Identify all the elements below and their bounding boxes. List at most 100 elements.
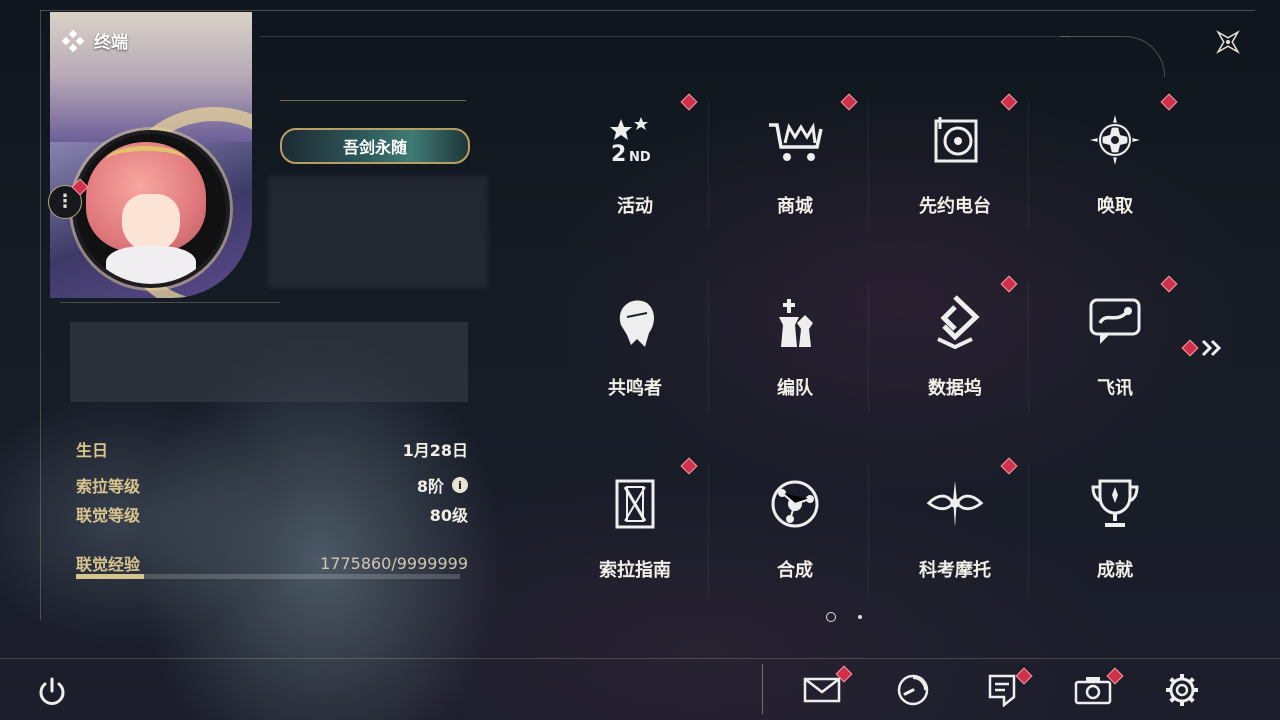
stat-value: 1775860/9999999 (320, 553, 468, 573)
trophy-icon (1085, 474, 1145, 534)
menu-item[interactable]: 合成 (715, 452, 875, 632)
menu-item[interactable]: 编队 (715, 270, 875, 450)
page-dot-active[interactable] (826, 612, 836, 622)
page-indicator (826, 612, 862, 622)
time-button[interactable] (891, 668, 935, 712)
grid-separator (868, 282, 869, 412)
stat-label: 联觉经验 (76, 555, 141, 574)
stat-value: 80级 (429, 506, 468, 525)
clock-icon (897, 674, 929, 706)
grid-separator (708, 464, 709, 594)
menu-item-label: 先约电台 (919, 196, 991, 217)
menu-item-label: 编队 (777, 378, 813, 399)
menu-item-label: 共鸣者 (608, 378, 662, 399)
menu-item-label: 飞讯 (1097, 378, 1133, 399)
menu-item-label: 索拉指南 (599, 560, 671, 581)
menu-item-label: 成就 (1097, 560, 1133, 581)
stat-label: 生日 (76, 441, 109, 460)
menu-item[interactable]: 商城 (715, 88, 875, 268)
grid-separator (1028, 282, 1029, 412)
divider (280, 100, 466, 101)
terminal-title: 终端 (62, 28, 128, 53)
notification-badge (1160, 275, 1178, 293)
message-bubble-icon (1085, 292, 1145, 352)
stat-value: 1月28日 (402, 441, 468, 460)
title-badge[interactable]: 吾剑永随 (280, 128, 470, 164)
guide-book-icon (605, 474, 665, 534)
divider (762, 664, 763, 714)
menu-item[interactable]: 飞讯 (1035, 270, 1195, 450)
settings-button[interactable] (1160, 668, 1204, 712)
resonator-head-icon (605, 292, 665, 352)
close-button[interactable] (1206, 20, 1250, 64)
shop-cart-icon (765, 110, 825, 170)
notification-badge (680, 457, 698, 475)
radio-record-icon (925, 110, 985, 170)
menu-item-label: 科考摩托 (919, 560, 991, 581)
player-name-area (268, 176, 488, 288)
camera-icon (1074, 677, 1112, 705)
frame-line (40, 10, 1255, 11)
stat-label: 联觉等级 (76, 506, 141, 525)
menu-item[interactable]: 共鸣者 (555, 270, 715, 450)
team-chess-icon (765, 292, 825, 352)
terminal-diamond-icon (62, 29, 84, 52)
terminal-label: 终端 (94, 33, 128, 53)
menu-item[interactable]: 成就 (1035, 452, 1195, 632)
menu-item[interactable]: 索拉指南 (555, 452, 715, 632)
svg-text:ND: ND (629, 150, 651, 165)
notification-badge (1181, 339, 1199, 357)
stat-union-level: 联觉等级 80级 (76, 502, 468, 526)
character-avatar[interactable] (72, 130, 230, 288)
gear-icon (1166, 674, 1198, 706)
notification-badge (1000, 93, 1018, 111)
grid-separator (708, 100, 709, 230)
menu-item[interactable]: 先约电台 (875, 88, 1035, 268)
menu-item[interactable]: 唤取 (1035, 88, 1195, 268)
menu-item-label: 活动 (617, 196, 653, 217)
data-bank-icon (925, 292, 985, 352)
grid-separator (868, 100, 869, 230)
menu-item-label: 商城 (777, 196, 813, 217)
motorbike-icon (925, 474, 985, 534)
frame-line (40, 10, 41, 620)
synthesis-orb-icon (765, 474, 825, 534)
stat-label: 索拉等级 (76, 477, 141, 496)
stat-birthday: 生日 1月28日 (76, 437, 468, 461)
avatar-laurel (106, 146, 186, 175)
stat-union-exp: 联觉经验 1775860/9999999 (76, 551, 468, 575)
double-chevron-right-icon (1201, 339, 1222, 357)
menu-item-label: 合成 (777, 560, 813, 581)
convene-compass-icon (1085, 110, 1145, 170)
title-badge-text: 吾剑永随 (342, 138, 407, 157)
notification-badge (840, 93, 858, 111)
notification-badge (1000, 275, 1018, 293)
stat-value: 8阶 (416, 477, 444, 496)
power-button[interactable] (32, 672, 72, 712)
grid-separator (1028, 464, 1029, 594)
power-icon (39, 677, 65, 705)
exp-progress-bar (76, 574, 460, 579)
more-dots-icon: ⋮ (56, 191, 74, 212)
close-x-icon (1216, 30, 1240, 54)
grid-separator (708, 282, 709, 412)
frame-line (260, 36, 1070, 37)
next-page-button[interactable] (1181, 338, 1224, 358)
menu-item[interactable]: 数据坞 (875, 270, 1035, 450)
menu-item[interactable]: 科考摩托 (875, 452, 1035, 632)
notification-badge (1000, 457, 1018, 475)
menu-item[interactable]: 2 ND 活动 (555, 88, 715, 268)
info-icon[interactable]: i (452, 477, 468, 493)
menu-item-label: 数据坞 (928, 378, 982, 399)
page-dot[interactable] (858, 615, 862, 619)
mail-icon (803, 677, 841, 703)
exp-progress-fill (76, 574, 145, 579)
notice-icon (988, 674, 1016, 707)
signature-area (70, 322, 468, 402)
divider (60, 302, 280, 303)
menu-item-label: 唤取 (1097, 196, 1133, 217)
event-2nd-anniversary-icon: 2 ND (605, 110, 665, 170)
stat-sola-level: 索拉等级 8阶 i (76, 473, 468, 497)
avatar-face (122, 194, 180, 252)
notification-badge (1160, 93, 1178, 111)
